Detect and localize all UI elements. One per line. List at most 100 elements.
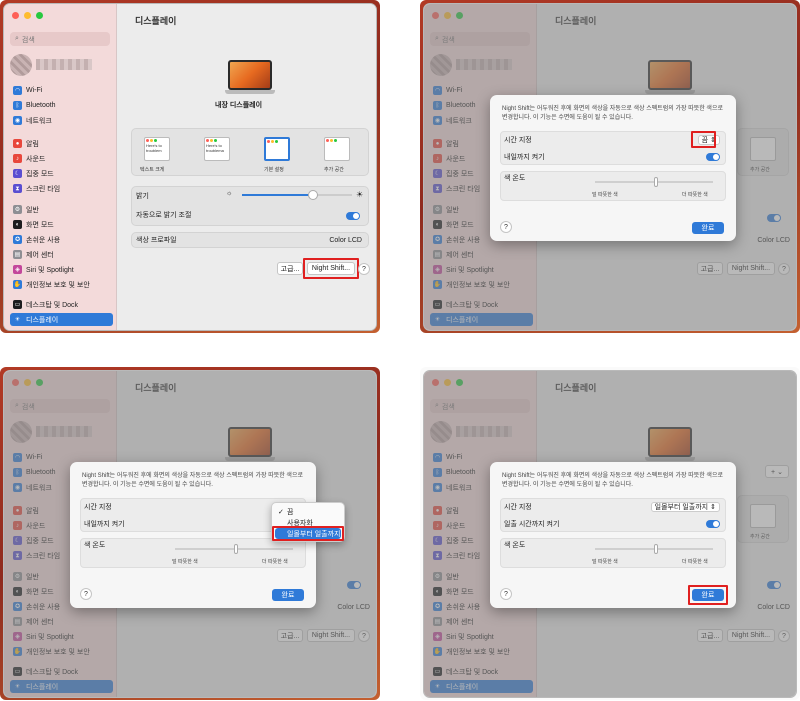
sidebar-item-label: 데스크탑 및 Dock [26, 301, 79, 309]
help-button[interactable]: ? [358, 263, 370, 275]
sidebar-item-label: Bluetooth [26, 102, 56, 109]
gear-icon: ⚙ [13, 205, 22, 214]
avatar [10, 54, 32, 76]
sidebar-item-bluetooth[interactable]: ᛒ Bluetooth [10, 99, 113, 112]
control-center-icon: ▤ [13, 250, 22, 259]
sidebar-item-accessibility[interactable]: ✪ 손쉬운 사용 [10, 233, 113, 246]
sidebar-item-hourglass[interactable]: ⧗ 스크린 타임 [10, 182, 113, 195]
sidebar-item-control-center[interactable]: ▤ 제어 센터 [10, 248, 113, 261]
sidebar-item-dock[interactable]: ▭ 데스크탑 및 Dock [10, 298, 113, 311]
sidebar-item-moon[interactable]: ☾ 집중 모드 [10, 167, 113, 180]
auto-brightness-row: 자동으로 밝기 조절 [136, 210, 366, 224]
temperature-slider[interactable] [595, 177, 713, 187]
sun-icon: ☀ [13, 315, 22, 324]
settings-window: ⌕ 검색 ◠ Wi-Fi ᛒ Bluetooth ◉ 네트워크 ● 알림 ♪ 사운드 ☾ 집중 모드 ⧗ 스… [3, 3, 377, 331]
minimize-button[interactable] [24, 12, 31, 19]
hand-icon: ✋ [13, 280, 22, 289]
sidebar-item-label: 일반 [26, 206, 39, 214]
sidebar-item-siri[interactable]: ◈ Siri 및 Spotlight [10, 263, 113, 276]
sidebar-item-label: 화면 모드 [26, 221, 54, 229]
panel-step-2: ⌕검색 ◠Wi-FiᛒBluetooth◉네트워크●알림♪사운드☾집중 모드⧗스… [420, 0, 800, 333]
color-profile-row[interactable]: 색상 프로파일 Color LCD [131, 232, 369, 248]
sidebar-item-hand[interactable]: ✋ 개인정보 보호 및 보안 [10, 278, 113, 291]
updown-chevron-icon: ⇕ [710, 504, 716, 511]
sidebar-item-gear[interactable]: ⚙ 일반 [10, 203, 113, 216]
moon-icon: ☾ [13, 169, 22, 178]
speaker-icon: ♪ [13, 154, 22, 163]
thumb-medium[interactable]: Here's to troublema [204, 137, 230, 161]
sun-small-icon: ☼ [226, 190, 233, 197]
sidebar-item-network[interactable]: ◉ 네트워크 [10, 114, 113, 127]
sidebar-item-label: 손쉬운 사용 [26, 236, 61, 244]
network-icon: ◉ [13, 116, 22, 125]
sidebar-item-speaker[interactable]: ♪ 사운드 [10, 152, 113, 165]
night-shift-description: Night Shift는 어두워진 후에 화면의 색상을 자동으로 색상 스펙트… [502, 106, 723, 121]
thumb-more-space[interactable] [324, 137, 350, 161]
manual-toggle[interactable] [706, 520, 720, 528]
temperature-slider[interactable] [595, 544, 713, 554]
highlight-sunset-option [272, 526, 344, 541]
close-button[interactable] [12, 12, 19, 19]
accessibility-icon: ✪ [13, 235, 22, 244]
siri-icon: ◈ [13, 265, 22, 274]
sidebar-item-sun[interactable]: ☀ 디스플레이 [10, 313, 113, 326]
sidebar-item-label: 스크린 타임 [26, 185, 61, 193]
page-title: 디스플레이 [135, 16, 177, 26]
sidebar-item-bell[interactable]: ● 알림 [10, 137, 113, 150]
temperature-row: 색 온도 덜 따뜻한 색 더 따뜻한 색 [500, 173, 726, 198]
appearance-icon: ◐ [13, 220, 22, 229]
laptop-icon [225, 60, 275, 96]
panel-step-3: ⌕검색 ◠Wi-FiᛒBluetooth◉네트워크●알림♪사운드☾집중 모드⧗스… [0, 367, 380, 700]
panel-step-1: ⌕ 검색 ◠ Wi-Fi ᛒ Bluetooth ◉ 네트워크 ● 알림 ♪ 사운드 ☾ 집중 모드 ⧗ 스… [0, 0, 380, 333]
display-name: 내장 디스플레이 [215, 102, 263, 109]
bell-icon: ● [13, 139, 22, 148]
schedule-popup[interactable]: 일몰부터 일출까지 ⇕ [650, 502, 720, 512]
highlight-schedule [691, 131, 716, 148]
wallpaper-icon: ❀ [13, 697, 22, 698]
window-controls [12, 12, 43, 19]
thumb-default[interactable] [264, 137, 290, 161]
sidebar-item-appearance[interactable]: ◐ 화면 모드 [10, 218, 113, 231]
bluetooth-icon: ᛒ [13, 101, 22, 110]
brightness-slider[interactable] [242, 190, 352, 200]
manual-toggle[interactable] [706, 153, 720, 161]
done-button[interactable]: 완료 [272, 589, 304, 601]
manual-row: 내일까지 켜기 [500, 149, 726, 165]
night-shift-dialog: Night Shift는 어두워진 후에 화면의 색상을 자동으로 색상 스펙트… [490, 95, 736, 241]
search-input[interactable]: ⌕검색 [10, 32, 110, 46]
user-name-blurred [36, 59, 92, 70]
brightness-group: 밝기 ☼ ☀ 자동으로 밝기 조절 [131, 186, 369, 226]
hourglass-icon: ⧗ [13, 184, 22, 193]
sun-large-icon: ☀ [356, 190, 364, 199]
resolution-options: Here's to troublem 텍스트 크게 Here's to trou… [131, 128, 369, 176]
sidebar-item-label: 개인정보 보호 및 보안 [26, 281, 90, 289]
thumb-label-default: 기본 설정 [264, 167, 284, 173]
dock-icon: ▭ [13, 300, 22, 309]
night-shift-dialog: Night Shift는 어두워진 후에 화면의 색상을 자동으로 색상 스펙트… [490, 462, 736, 608]
wifi-icon: ◠ [13, 86, 22, 95]
done-button[interactable]: 완료 [692, 222, 724, 234]
thumb-label-more-space: 추가 공간 [324, 167, 344, 173]
search-icon: ⌕ [15, 35, 19, 42]
sidebar-item-wallpaper[interactable]: ❀ 배경화면 [10, 328, 113, 331]
advanced-button[interactable]: 고급... [277, 262, 303, 275]
sidebar-item-label: Wi-Fi [26, 87, 43, 94]
wallpaper-icon: ❀ [13, 330, 22, 331]
sidebar-item-label: Siri 및 Spotlight [26, 266, 74, 274]
sidebar-item-label: 네트워크 [26, 117, 52, 125]
auto-brightness-toggle[interactable] [346, 212, 360, 220]
user-account[interactable] [10, 54, 110, 76]
sidebar-item-label: 제어 센터 [26, 251, 54, 259]
sidebar-item-label: 사운드 [26, 155, 46, 163]
main-content: 디스플레이 내장 디스플레이 Here's to troublem 텍스트 크게… [117, 4, 376, 330]
sidebar-item-label: 집중 모드 [26, 170, 54, 178]
thumb-label-large-text: 텍스트 크게 [140, 167, 165, 173]
zoom-button[interactable] [36, 12, 43, 19]
wallpaper-icon: ❀ [433, 330, 442, 331]
sidebar-item-label: 알림 [26, 140, 39, 148]
highlight-done [688, 585, 728, 605]
sidebar-item-wifi[interactable]: ◠ Wi-Fi [10, 84, 113, 97]
thumb-large-text[interactable]: Here's to troublem [144, 137, 170, 161]
sidebar: ⌕ 검색 ◠ Wi-Fi ᛒ Bluetooth ◉ 네트워크 ● 알림 ♪ 사운드 ☾ 집중 모드 ⧗ 스… [4, 4, 117, 330]
menu-item-off[interactable]: 끔 [275, 506, 341, 517]
